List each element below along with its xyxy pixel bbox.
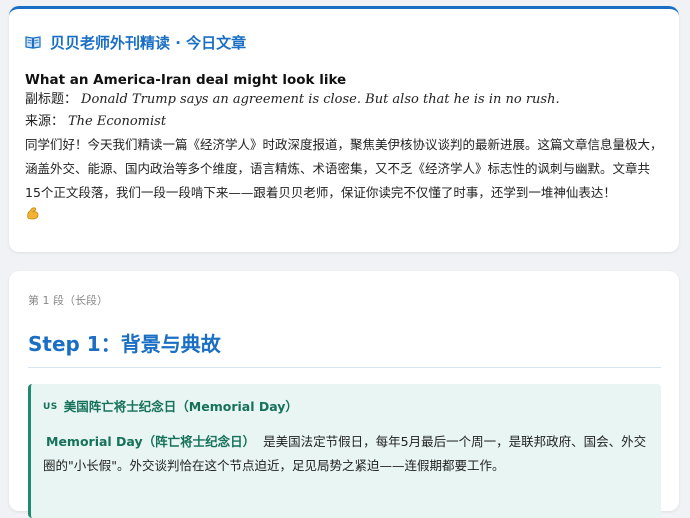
intro-title-row: 贝贝老师外刊精读 · 今日文章 xyxy=(25,31,663,53)
open-book-icon xyxy=(25,35,41,49)
step-heading: Step 1：背景与典故 xyxy=(28,331,661,368)
lesson-card: 第 1 段（长段） Step 1：背景与典故 US 美国阵亡将士纪念日（Memo… xyxy=(9,271,679,518)
intro-paragraph: 同学们好！今天我们精读一篇《经济学人》时政深度报道，聚焦美伊核协议谈判的最新进展… xyxy=(25,137,663,200)
callout-term: Memorial Day（阵亡将士纪念日） xyxy=(46,434,256,449)
flexed-biceps-icon xyxy=(25,205,41,221)
intro-card: 贝贝老师外刊精读 · 今日文章 What an America-Iran dea… xyxy=(9,6,679,252)
callout-title: 美国阵亡将士纪念日（Memorial Day） xyxy=(63,399,298,414)
subtitle-line: 副标题： Donald Trump says an agreement is cl… xyxy=(25,89,663,111)
section-label: 第 1 段（长段） xyxy=(28,294,108,307)
source-value: The Economist xyxy=(68,114,167,129)
source-line: 来源： The Economist xyxy=(25,111,663,133)
callout-title-row: US 美国阵亡将士纪念日（Memorial Day） xyxy=(43,398,647,416)
us-flag-icon: US xyxy=(43,402,58,412)
callout-box: US 美国阵亡将士纪念日（Memorial Day） Memorial Day（… xyxy=(28,384,661,518)
source-label: 来源： xyxy=(25,114,65,129)
subtitle-label: 副标题： xyxy=(25,92,78,107)
subtitle-value: Donald Trump says an agreement is close.… xyxy=(81,92,560,107)
article-title: What an America-Iran deal might look lik… xyxy=(25,72,347,88)
intro-title: 贝贝老师外刊精读 · 今日文章 xyxy=(50,33,247,52)
callout-body: Memorial Day（阵亡将士纪念日） 是美国法定节假日，每年5月最后一个周一… xyxy=(43,430,647,478)
